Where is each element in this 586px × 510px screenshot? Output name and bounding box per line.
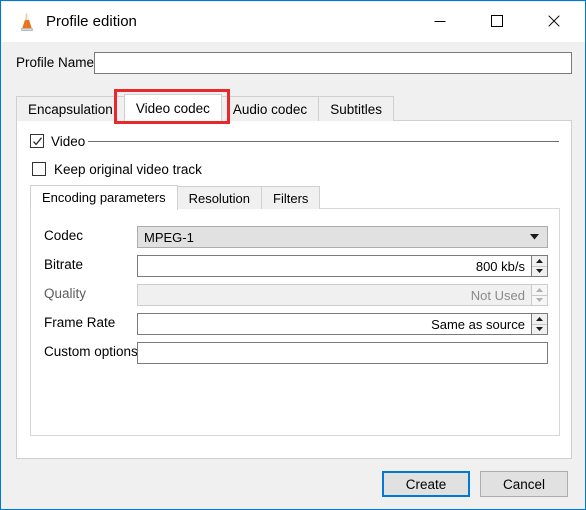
spin-up-icon[interactable]	[532, 314, 547, 325]
subtab-filters[interactable]: Filters	[261, 186, 321, 209]
title-bar: Profile edition	[2, 2, 585, 42]
vlc-cone-icon	[16, 11, 38, 33]
keep-original-label: Keep original video track	[54, 161, 202, 177]
row-bitrate: Bitrate 800 kb/s	[31, 255, 559, 277]
profile-name-label: Profile Name	[16, 55, 95, 70]
close-icon	[548, 15, 560, 30]
keep-original-checkbox[interactable]	[32, 162, 46, 176]
tab-audio-codec[interactable]: Audio codec	[220, 96, 320, 121]
codec-label: Codec	[44, 228, 84, 243]
codec-combobox[interactable]: MPEG-1	[137, 226, 548, 248]
maximize-button[interactable]	[474, 3, 520, 42]
bitrate-label: Bitrate	[44, 257, 84, 272]
quality-value: Not Used	[137, 284, 531, 306]
bitrate-spinbox[interactable]: 800 kb/s	[137, 255, 548, 277]
keep-original-row[interactable]: Keep original video track	[32, 160, 202, 178]
bitrate-value[interactable]: 800 kb/s	[137, 255, 531, 277]
profile-name-input[interactable]	[94, 52, 572, 74]
codec-value: MPEG-1	[144, 229, 194, 245]
tab-video-codec[interactable]: Video codec	[123, 94, 222, 123]
frame-rate-label: Frame Rate	[44, 315, 116, 330]
row-quality: Quality Not Used	[31, 284, 559, 306]
custom-options-input[interactable]	[137, 342, 548, 364]
quality-spinbox: Not Used	[137, 284, 548, 306]
bitrate-stepper[interactable]	[531, 255, 548, 277]
codec-tabs: Encapsulation Video codec Audio codec Su…	[16, 94, 394, 123]
frame-rate-value[interactable]: Same as source	[137, 313, 531, 335]
minimize-button[interactable]	[417, 3, 463, 42]
video-checkbox-label: Video	[51, 133, 86, 149]
checkmark-icon	[32, 136, 42, 145]
row-custom-options: Custom options	[31, 342, 559, 364]
close-button[interactable]	[531, 3, 577, 42]
cancel-button[interactable]: Cancel	[480, 471, 568, 497]
quality-label: Quality	[44, 286, 87, 301]
frame-rate-spinbox[interactable]: Same as source	[137, 313, 548, 335]
encoding-parameters-panel: Codec MPEG-1 Bitrate 800 kb/s Quality No…	[30, 208, 560, 436]
tab-encapsulation[interactable]: Encapsulation	[16, 96, 125, 121]
video-group-header: Video	[30, 132, 559, 150]
profile-edition-window: Profile edition Profile Name Encapsulati…	[0, 0, 586, 510]
spin-down-icon[interactable]	[532, 324, 547, 334]
tab-subtitles[interactable]: Subtitles	[318, 96, 394, 121]
spin-up-icon[interactable]	[532, 256, 547, 267]
custom-options-label: Custom options	[44, 344, 138, 359]
video-checkbox[interactable]	[30, 134, 44, 148]
spin-down-icon[interactable]	[532, 266, 547, 276]
spin-up-icon	[532, 285, 547, 296]
profile-name-row: Profile Name	[2, 42, 585, 80]
subtab-encoding-parameters[interactable]: Encoding parameters	[30, 185, 178, 210]
encoding-subtabs: Encoding parameters Resolution Filters	[30, 184, 321, 210]
window-title: Profile edition	[46, 13, 137, 30]
group-separator	[88, 140, 559, 142]
row-codec: Codec MPEG-1	[31, 226, 559, 248]
chevron-down-icon	[530, 227, 539, 247]
row-frame-rate: Frame Rate Same as source	[31, 313, 559, 335]
create-button[interactable]: Create	[382, 471, 470, 497]
spin-down-icon	[532, 295, 547, 305]
video-codec-panel: Video Keep original video track Encoding…	[16, 120, 572, 459]
subtab-resolution[interactable]: Resolution	[176, 186, 263, 209]
quality-stepper	[531, 284, 548, 306]
maximize-icon	[491, 15, 503, 30]
frame-rate-stepper[interactable]	[531, 313, 548, 335]
minimize-icon	[434, 15, 446, 30]
